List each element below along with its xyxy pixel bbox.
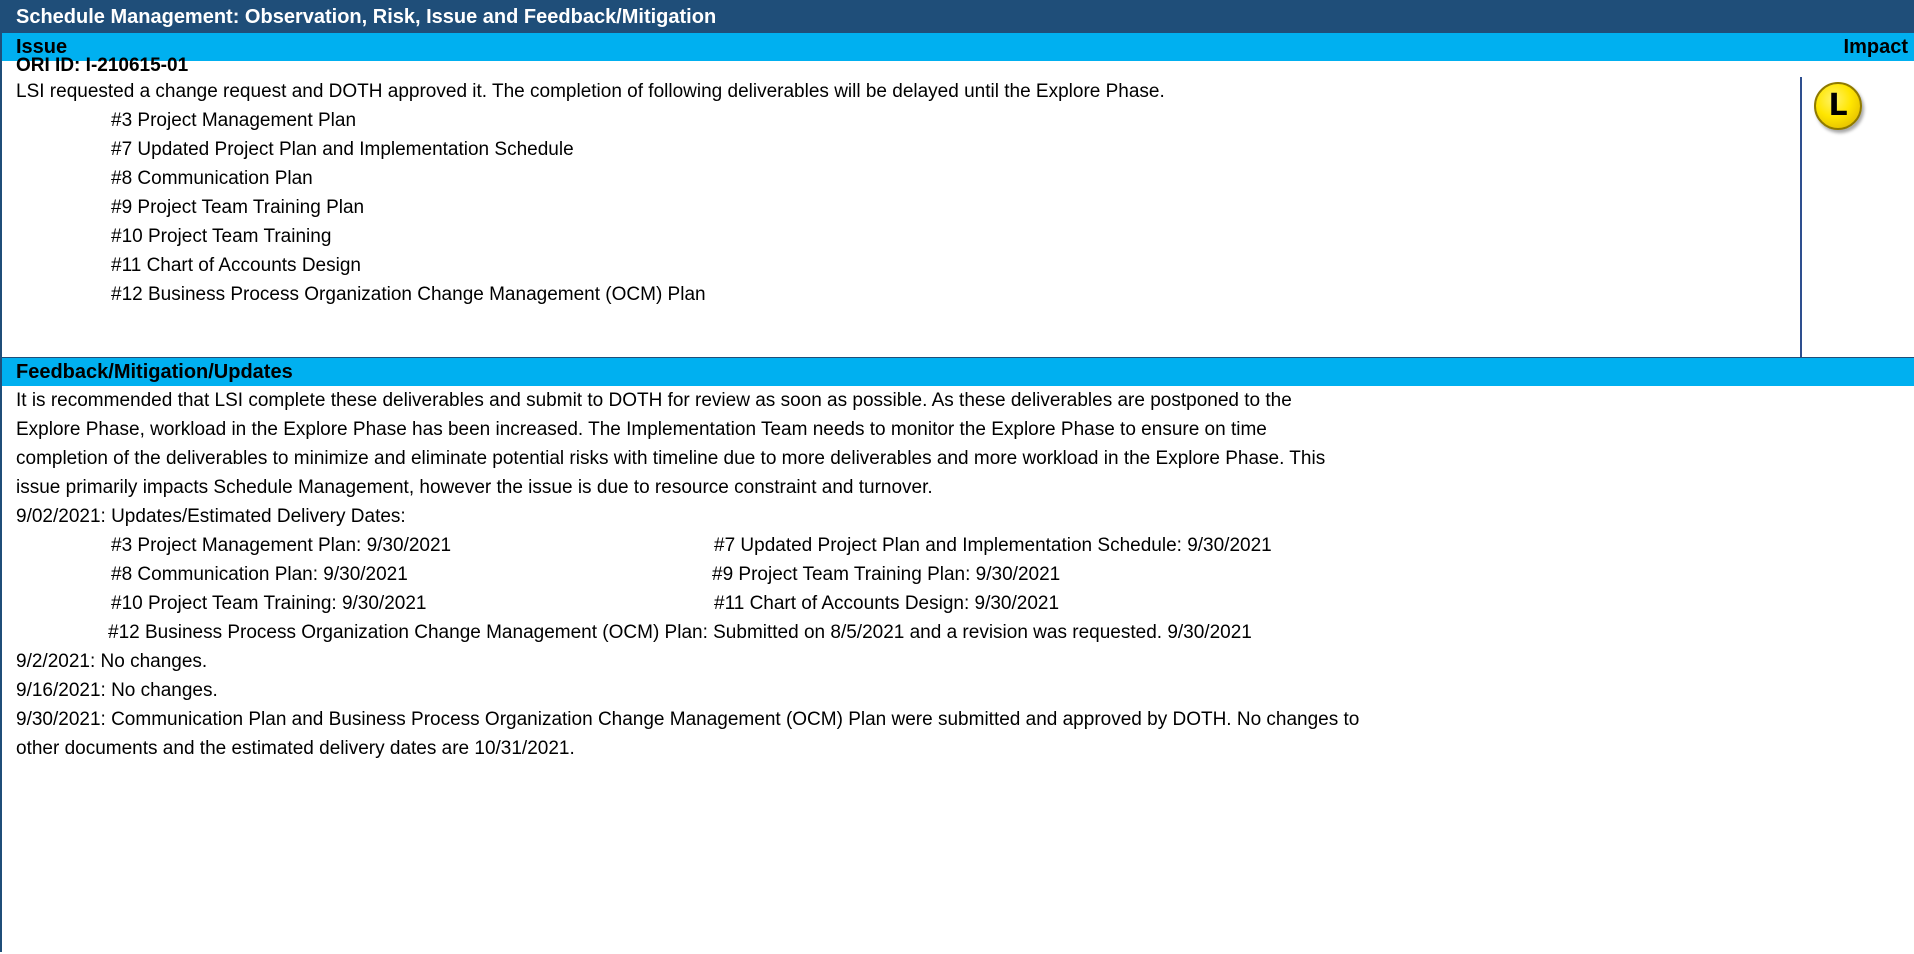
report-frame: Schedule Management: Observation, Risk, … xyxy=(0,0,1914,952)
deliverable-item: #12 Business Process Organization Change… xyxy=(111,284,706,305)
update-entry: other documents and the estimated delive… xyxy=(16,738,575,759)
issue-header-row: Issue Impact xyxy=(2,32,1914,61)
page-title: Schedule Management: Observation, Risk, … xyxy=(2,0,1914,32)
deliverable-item: #11 Chart of Accounts Design xyxy=(111,255,361,276)
issue-description: LSI requested a change request and DOTH … xyxy=(16,81,1165,102)
feedback-paragraph-line: completion of the deliverables to minimi… xyxy=(16,448,1326,469)
feedback-paragraph-line: It is recommended that LSI complete thes… xyxy=(16,390,1292,411)
update-entry: 9/2/2021: No changes. xyxy=(16,651,208,672)
deliverable-item: #7 Updated Project Plan and Implementati… xyxy=(111,139,574,160)
delivery-date-item: #3 Project Management Plan: 9/30/2021 xyxy=(111,535,452,556)
delivery-date-item: #10 Project Team Training: 9/30/2021 xyxy=(111,593,427,614)
update-entry: 9/30/2021: Communication Plan and Busine… xyxy=(16,709,1360,730)
deliverable-item: #9 Project Team Training Plan xyxy=(111,197,365,218)
feedback-header-row: Feedback/Mitigation/Updates xyxy=(2,357,1914,386)
feedback-header: Feedback/Mitigation/Updates xyxy=(16,361,293,383)
update-entry: 9/16/2021: No changes. xyxy=(16,680,218,701)
impact-low-badge-icon: L xyxy=(1814,82,1862,130)
delivery-date-item: #12 Business Process Organization Change… xyxy=(108,622,1252,643)
feedback-paragraph-line: issue primarily impacts Schedule Managem… xyxy=(16,477,933,498)
deliverable-item: #10 Project Team Training xyxy=(111,226,332,247)
ori-id: ORI ID: I-210615-01 xyxy=(16,55,189,76)
impact-header: Impact xyxy=(1843,36,1908,58)
deliverable-item: #3 Project Management Plan xyxy=(111,110,357,131)
delivery-date-item: #8 Communication Plan: 9/30/2021 xyxy=(111,564,408,585)
delivery-date-item: #11 Chart of Accounts Design: 9/30/2021 xyxy=(714,593,1060,614)
feedback-paragraph-line: Explore Phase, workload in the Explore P… xyxy=(16,419,1267,440)
delivery-date-item: #9 Project Team Training Plan: 9/30/2021 xyxy=(712,564,1061,585)
delivery-date-item: #7 Updated Project Plan and Implementati… xyxy=(714,535,1272,556)
updates-header: 9/02/2021: Updates/Estimated Delivery Da… xyxy=(16,506,406,527)
deliverable-item: #8 Communication Plan xyxy=(111,168,313,189)
